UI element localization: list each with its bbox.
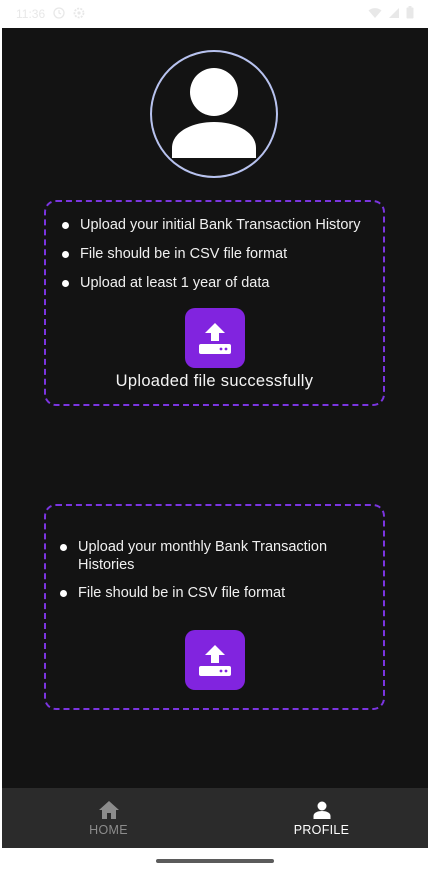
initial-upload-card: Upload your initial Bank Transaction His… (44, 200, 385, 406)
list-item: Upload your initial Bank Transaction His… (62, 216, 375, 234)
person-icon (313, 801, 330, 819)
instruction-text: Upload your initial Bank Transaction His… (80, 217, 361, 233)
bullet-icon (62, 251, 69, 258)
list-item: Upload your monthly Bank Transaction His… (60, 538, 375, 574)
monthly-upload-button[interactable] (185, 630, 245, 690)
nav-label-home: HOME (89, 822, 128, 837)
upload-icon (199, 645, 231, 676)
phone-screen: 11:36 Upload your initial Bank Transacti… (2, 0, 428, 878)
monthly-upload-card: Upload your monthly Bank Transaction His… (44, 504, 385, 710)
instruction-text: File should be in CSV file format (80, 246, 288, 262)
battery-icon (406, 6, 414, 22)
gesture-navigation-area (2, 848, 428, 878)
status-bar: 11:36 (2, 0, 428, 28)
bullet-icon (60, 590, 67, 597)
bullet-icon (62, 222, 69, 229)
nav-item-profile[interactable]: PROFILE (215, 788, 428, 848)
person-avatar-icon (152, 52, 276, 176)
nav-item-home[interactable]: HOME (2, 788, 215, 848)
list-item: Upload at least 1 year of data (62, 274, 375, 292)
signal-icon (388, 7, 400, 22)
nav-label-profile: PROFILE (293, 822, 350, 837)
monthly-upload-instructions: Upload your monthly Bank Transaction His… (60, 538, 375, 612)
profile-avatar[interactable] (150, 50, 278, 178)
profile-screen: Upload your initial Bank Transaction His… (2, 28, 428, 788)
list-item: File should be in CSV file format (62, 245, 375, 263)
status-time: 11:36 (16, 7, 46, 21)
wifi-icon (368, 7, 382, 22)
clock-icon (53, 6, 65, 22)
bullet-icon (60, 544, 67, 551)
initial-upload-instructions: Upload your initial Bank Transaction His… (62, 216, 375, 303)
settings-icon (73, 7, 85, 22)
bullet-icon (62, 280, 69, 287)
initial-upload-button[interactable] (185, 308, 245, 368)
list-item: File should be in CSV file format (60, 584, 375, 602)
upload-icon (199, 323, 231, 354)
bottom-navigation: HOME PROFILE (2, 788, 428, 848)
instruction-text: File should be in CSV file format (78, 585, 286, 601)
instruction-text: Upload at least 1 year of data (80, 275, 270, 291)
home-gesture-bar[interactable] (156, 859, 274, 863)
upload-status-message: Uploaded file successfully (115, 372, 314, 390)
instruction-text: Upload your monthly Bank Transaction His… (78, 539, 328, 573)
home-icon (98, 800, 119, 819)
